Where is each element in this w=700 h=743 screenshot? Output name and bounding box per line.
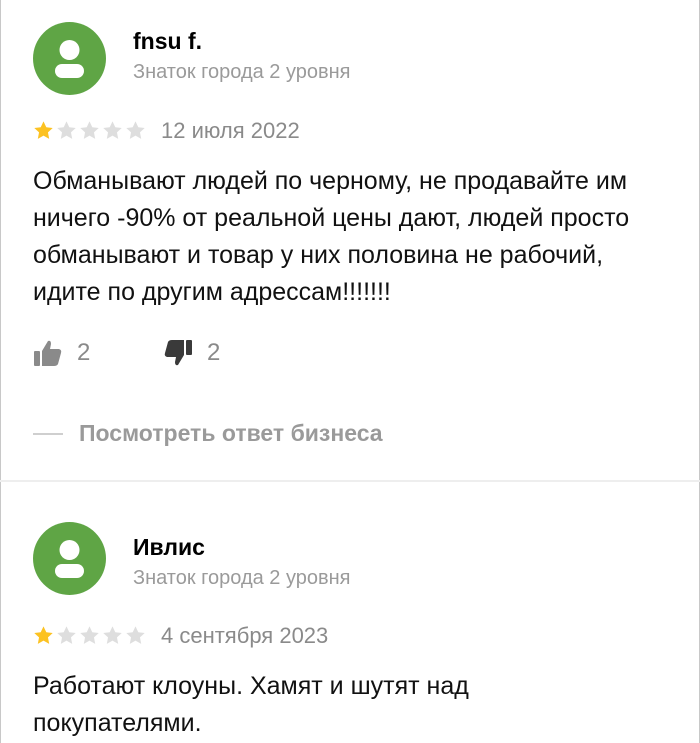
dislike-count: 2: [207, 339, 221, 366]
author-level: Знаток города 2 уровня: [133, 61, 351, 83]
star-icon: [57, 626, 76, 644]
business-reply-label: Посмотреть ответ бизнеса: [79, 420, 383, 446]
review-date: 4 сентября 2023: [161, 623, 329, 648]
review-date: 12 июля 2022: [161, 118, 300, 143]
star-icon: [126, 121, 145, 139]
avatar[interactable]: [33, 22, 106, 95]
user-icon: [55, 540, 84, 578]
review-card: Ивлис Знаток города 2 уровня 4 сентября …: [0, 482, 700, 743]
review-card: fnsu f. Знаток города 2 уровня 12 июля 2…: [0, 0, 700, 480]
star-icon: [80, 626, 99, 644]
star-icon: [126, 626, 145, 644]
like-button[interactable]: 2: [33, 338, 90, 368]
thumbs-up-icon: [34, 340, 62, 366]
review-text: Обманывают людей по черному, не продавай…: [33, 167, 630, 306]
vote-bar: 2 2: [33, 338, 293, 372]
dash-divider: [33, 432, 63, 435]
star-icon: [57, 121, 76, 139]
star-icon: [34, 626, 53, 644]
review-text: Работают клоуны. Хамят и шутят над покуп…: [33, 672, 469, 737]
rating-stars: [33, 625, 146, 646]
avatar[interactable]: [33, 522, 106, 595]
author-name[interactable]: fnsu f.: [133, 28, 202, 55]
author-level: Знаток города 2 уровня: [133, 567, 351, 589]
view-business-reply-button[interactable]: Посмотреть ответ бизнеса: [33, 420, 383, 447]
star-icon: [80, 121, 99, 139]
star-icon: [103, 121, 122, 139]
user-icon: [55, 40, 84, 78]
dislike-button[interactable]: 2: [163, 338, 220, 368]
thumbs-down-icon: [164, 340, 192, 366]
star-icon: [34, 121, 53, 139]
like-count: 2: [77, 339, 91, 366]
star-icon: [103, 626, 122, 644]
author-name[interactable]: Ивлис: [133, 534, 205, 561]
rating-stars: [33, 120, 146, 141]
